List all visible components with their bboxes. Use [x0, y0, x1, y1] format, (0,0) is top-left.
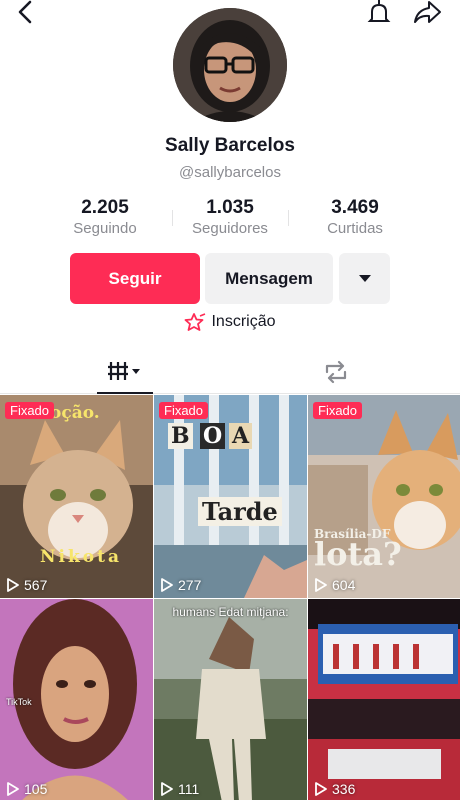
caret-down-icon	[358, 274, 371, 282]
more-options-button[interactable]	[339, 253, 390, 304]
view-count-value: 105	[24, 781, 48, 797]
subscription-star-icon	[185, 313, 206, 331]
watermark-text: TikTok	[6, 697, 32, 707]
subscription-label: Inscrição	[211, 313, 276, 330]
play-icon	[161, 782, 173, 796]
video-grid: oção. Nikota Fixado 567 B O A Tarde Fixa…	[0, 395, 460, 800]
video-thumbnail	[0, 395, 153, 598]
video-caption: humans Edat mitjana:	[172, 605, 289, 619]
share-arrow-icon[interactable]	[412, 0, 442, 26]
view-count-value: 604	[332, 577, 356, 593]
pinned-badge: Fixado	[313, 402, 363, 419]
play-icon	[315, 782, 327, 796]
follow-button[interactable]: Seguir	[70, 253, 200, 304]
play-icon	[7, 782, 19, 796]
overlay-text: lota?	[314, 535, 402, 573]
video-tile[interactable]: oção. Nikota Fixado 567	[0, 395, 153, 598]
chevron-left-icon[interactable]	[14, 0, 38, 24]
video-tile[interactable]: B O A Tarde Fixado 277	[154, 395, 307, 598]
view-count-value: 567	[24, 577, 48, 593]
video-tile[interactable]: TikTok 105	[0, 599, 153, 800]
view-count-value: 336	[332, 781, 356, 797]
stat-value: 2.205	[81, 197, 129, 218]
view-count: 567	[6, 577, 47, 593]
stat-followers[interactable]: 1.035 Seguidores	[175, 197, 285, 241]
view-count: 105	[6, 781, 47, 797]
stat-following[interactable]: 2.205 Seguindo	[50, 197, 160, 241]
stat-value: 1.035	[206, 197, 254, 218]
view-count: 336	[314, 781, 355, 797]
video-thumbnail	[308, 599, 460, 800]
stat-likes[interactable]: 3.469 Curtidas	[300, 197, 410, 241]
overlay-letter: B	[168, 423, 193, 449]
play-icon	[315, 578, 327, 592]
bell-icon[interactable]	[366, 0, 392, 26]
overlay-text: oção.	[50, 403, 100, 423]
profile-name: Sally Barcelos	[165, 135, 295, 156]
profile-stats: 2.205 Seguindo 1.035 Seguidores 3.469 Cu…	[50, 197, 410, 241]
stat-divider	[172, 210, 173, 226]
message-button[interactable]: Mensagem	[205, 253, 333, 304]
videos-grid-icon	[108, 362, 140, 380]
tab-reposts[interactable]	[314, 350, 358, 394]
view-count: 111	[160, 781, 199, 797]
video-tile[interactable]: Brasília-DF lota? Fixado 604	[308, 395, 460, 598]
content-tabs	[0, 350, 460, 394]
overlay-text: Tarde	[198, 497, 282, 526]
stat-divider	[288, 210, 289, 226]
stat-label: Seguidores	[192, 220, 268, 237]
pinned-badge: Fixado	[159, 402, 209, 419]
stat-label: Curtidas	[327, 220, 383, 237]
stat-label: Seguindo	[73, 220, 137, 237]
view-count: 277	[160, 577, 201, 593]
tab-videos[interactable]	[97, 350, 153, 394]
subscription-link[interactable]: Inscrição	[0, 313, 460, 331]
view-count: 604	[314, 577, 355, 593]
play-icon	[161, 578, 173, 592]
profile-handle: @sallybarcelos	[179, 164, 281, 181]
overlay-letter: A	[229, 423, 253, 449]
avatar[interactable]	[173, 8, 287, 122]
play-icon	[7, 578, 19, 592]
view-count-value: 277	[178, 577, 202, 593]
pinned-badge: Fixado	[5, 402, 55, 419]
view-count-value: 111	[178, 781, 200, 797]
repost-icon	[325, 360, 347, 384]
overlay-text: Nikota	[40, 547, 122, 567]
video-thumbnail	[154, 599, 307, 800]
stat-value: 3.469	[331, 197, 379, 218]
video-tile[interactable]: humans Edat mitjana: 111	[154, 599, 307, 800]
video-tile[interactable]: 336	[308, 599, 460, 800]
overlay-letter: O	[200, 423, 226, 449]
